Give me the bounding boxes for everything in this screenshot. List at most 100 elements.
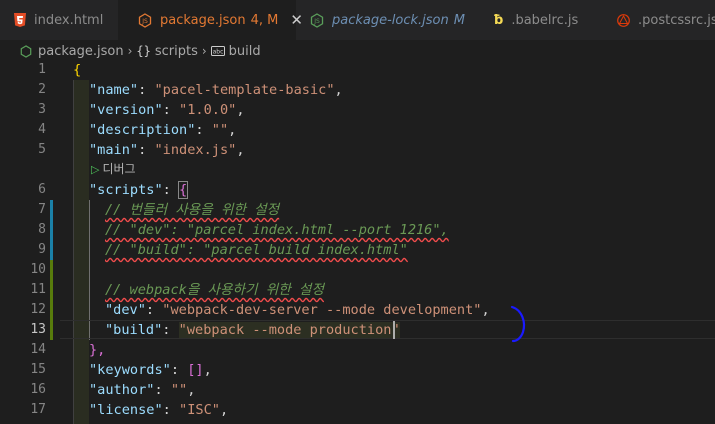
json-key: "description" (89, 122, 196, 138)
tab-modified-badge: 4, M (250, 12, 279, 28)
line-number: 4 (38, 122, 46, 137)
babel-icon: ƀ (494, 12, 504, 28)
line-number: 17 (30, 402, 46, 417)
code-text: "main": "index.js", (89, 142, 245, 158)
code-text: "author": "", (89, 382, 196, 398)
breadcrumb-label: scripts (154, 43, 198, 59)
code-line: 3 "version": "1.0.0", (0, 100, 715, 120)
json-value: "" (170, 382, 188, 398)
json-key: "dev" (105, 302, 146, 318)
tab-label: .babelrc.js (511, 12, 579, 28)
json-key: "main" (89, 142, 139, 158)
code-line: 17 "license": "ISC", (0, 400, 715, 420)
svg-text:JS: JS (313, 18, 320, 25)
json-value: "ISC" (179, 402, 220, 418)
line-number: 16 (30, 382, 46, 397)
code-line: 5 "main": "index.js", (0, 140, 715, 160)
postcss-icon (617, 13, 630, 27)
html5-icon (14, 13, 26, 27)
code-line: 4 "description": "", (0, 120, 715, 140)
json-value: "webpack-dev-server --mode development" (162, 302, 482, 318)
code-text: "description": "", (89, 122, 237, 138)
tab-postcssrc-js[interactable]: .postcssrc.js (605, 0, 715, 40)
tab-label: package.json (160, 12, 246, 28)
tab-package-json[interactable]: JS package.json 4, M ✕ (118, 0, 303, 40)
object-icon: {} (136, 44, 151, 58)
json-value: "1.0.0" (179, 102, 237, 118)
code-line-clipped (0, 420, 715, 424)
code-line: 1 { (0, 60, 715, 80)
text-cursor (393, 321, 395, 339)
tab-babelrc-js[interactable]: ƀ .babelrc.js (480, 0, 600, 40)
code-text: "version": "1.0.0", (89, 102, 245, 118)
line-number: 5 (38, 142, 46, 157)
code-line: 7 // 번들러 사용을 위한 설정 (0, 200, 715, 220)
editor-tab-bar: index.html JS package.json 4, M ✕ JS pac… (0, 0, 715, 40)
line-number: 7 (38, 202, 46, 217)
json-key: "license" (89, 402, 163, 418)
code-line: 11 // webpack을 사용하기 위한 설정 (0, 280, 715, 300)
code-text: "name": "pacel-template-basic", (89, 82, 343, 98)
code-text: "scripts": { (89, 181, 189, 199)
line-number: 10 (30, 262, 46, 277)
codelens-label: 디버그 (102, 162, 136, 176)
code-text: "license": "ISC", (89, 402, 229, 418)
code-text: "build": "webpack --mode production" (105, 322, 400, 338)
annotation-bracket (510, 305, 526, 343)
code-text: "keywords": [], (89, 362, 212, 378)
tab-label: index.html (34, 12, 104, 28)
code-text: }, (89, 340, 105, 360)
line-number: 3 (38, 102, 46, 117)
json-key: "author" (89, 382, 155, 398)
json-value: "webpack --mode production" (178, 322, 400, 338)
code-comment: // 번들러 사용을 위한 설정 (105, 202, 280, 218)
json-key: "name" (89, 82, 139, 98)
line-number: 9 (38, 242, 46, 257)
line-number: 14 (30, 342, 46, 357)
tab-label: .postcssrc.js (638, 12, 715, 28)
nodejs-icon: JS (310, 12, 324, 28)
code-text: "dev": "webpack-dev-server --mode develo… (105, 302, 490, 318)
nodejs-icon: JS (138, 12, 152, 28)
breadcrumb-label: package.json (38, 43, 124, 59)
breadcrumb-build[interactable]: abc build (210, 43, 261, 59)
tab-modified-badge: M (453, 12, 465, 28)
json-key: "scripts" (89, 182, 163, 198)
json-value: "index.js" (154, 142, 237, 158)
nodejs-icon (20, 44, 32, 58)
code-line: 9 // "build": "parcel build index.html" (0, 240, 715, 260)
breadcrumb-file[interactable]: package.json (20, 44, 124, 59)
json-value: "pacel-template-basic" (154, 82, 335, 98)
code-line: 2 "name": "pacel-template-basic", (0, 80, 715, 100)
json-value: "" (211, 122, 229, 138)
code-line: 8 // "dev": "parcel index.html --port 12… (0, 220, 715, 240)
code-editor[interactable]: 1 { 2 "name": "pacel-template-basic", 3 … (0, 60, 715, 424)
breadcrumb-label: build (228, 43, 261, 59)
line-number: 6 (38, 182, 46, 197)
tab-package-lock-json[interactable]: JS package-lock.json M (296, 0, 465, 40)
code-line: 14 }, (0, 340, 715, 360)
line-number: 13 (30, 322, 46, 337)
code-line: 6 "scripts": { (0, 180, 715, 200)
line-number: 11 (30, 282, 46, 297)
svg-text:JS: JS (141, 18, 148, 25)
code-line: 16 "author": "", (0, 380, 715, 400)
play-icon: ▷ (91, 163, 100, 176)
line-number: 1 (38, 62, 46, 77)
code-comment: // webpack을 사용하기 위한 설정 (105, 282, 324, 298)
svg-text:abc: abc (212, 49, 223, 56)
string-icon: abc (210, 46, 225, 56)
codelens-debug[interactable]: ▷ 디버그 (0, 160, 715, 178)
tab-index-html[interactable]: index.html (0, 0, 118, 40)
code-line: 12 "dev": "webpack-dev-server --mode dev… (0, 300, 715, 320)
breadcrumb: package.json › {} scripts › abc build (0, 40, 715, 62)
tab-label: package-lock.json (332, 12, 449, 28)
json-key: "version" (89, 102, 163, 118)
line-number: 2 (38, 82, 46, 97)
code-line-current: 13 "build": "webpack --mode production" (0, 320, 715, 340)
line-number: 12 (30, 302, 46, 317)
line-number: 8 (38, 222, 46, 237)
code-text: { (73, 62, 82, 78)
json-key: "build" (105, 322, 163, 338)
breadcrumb-scripts[interactable]: {} scripts (136, 44, 197, 59)
